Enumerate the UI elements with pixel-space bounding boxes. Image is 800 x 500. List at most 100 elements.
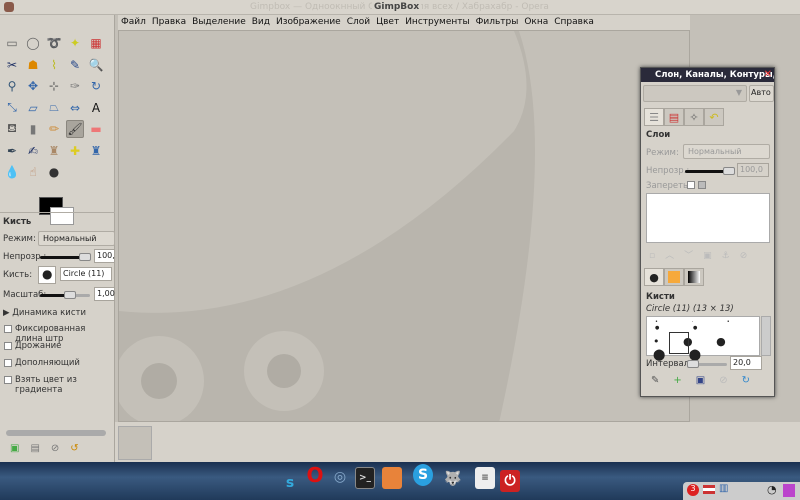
mode-select[interactable]: Нормальный: [38, 231, 115, 246]
restore-icon[interactable]: ▤: [30, 443, 50, 454]
option-checkbox[interactable]: [4, 325, 12, 333]
lock-alpha-checkbox[interactable]: [698, 181, 706, 189]
rect-select-icon[interactable]: ▭: [3, 34, 21, 52]
new-brush-icon[interactable]: +: [673, 375, 695, 386]
duplicate-brush-icon[interactable]: ▣: [696, 375, 719, 386]
new-layer-icon[interactable]: ▫: [649, 251, 665, 261]
refresh-icon[interactable]: ↻: [742, 375, 764, 386]
gimp-app-icon[interactable]: [4, 2, 14, 12]
layers-list[interactable]: [646, 193, 770, 243]
rotate-icon[interactable]: ↻: [87, 77, 105, 95]
option-checkbox[interactable]: [4, 376, 12, 384]
fuzzy-select-icon[interactable]: ✦: [66, 34, 84, 52]
scissors-icon[interactable]: ✂: [3, 56, 21, 74]
brush-scrollbar[interactable]: [761, 316, 771, 356]
foreground-select-icon[interactable]: ☗: [24, 56, 42, 74]
pencil-icon[interactable]: ✏: [45, 120, 63, 138]
lock-pixels-checkbox[interactable]: [687, 181, 695, 189]
tab-undo[interactable]: ↶: [704, 108, 724, 126]
scale-icon[interactable]: ⤡: [3, 99, 21, 117]
perspective-icon[interactable]: ⏢: [45, 99, 63, 117]
menu-item[interactable]: Правка: [149, 15, 189, 29]
menu-item[interactable]: Инструменты: [402, 15, 472, 29]
edit-brush-icon[interactable]: ✎: [651, 375, 673, 386]
menu-item[interactable]: Справка: [551, 15, 597, 29]
text-editor-icon[interactable]: ≡: [475, 467, 495, 489]
perspective-clone-icon[interactable]: ♜: [87, 142, 105, 160]
image-select[interactable]: ▼: [643, 85, 747, 102]
selected-brush-cell[interactable]: [669, 332, 689, 354]
duplicate-layer-icon[interactable]: ▣: [703, 251, 722, 261]
notification-icon[interactable]: 3: [687, 484, 699, 496]
menu-item[interactable]: Файл: [118, 15, 149, 29]
close-icon[interactable]: ✕: [764, 69, 772, 80]
color-select-icon[interactable]: ▦: [87, 34, 105, 52]
tab-gradients[interactable]: [684, 268, 704, 286]
gimp-icon[interactable]: 🐺: [443, 468, 463, 490]
clone-icon[interactable]: ♜: [45, 142, 63, 160]
dynamics-expander[interactable]: ▶ Динамика кисти: [3, 308, 86, 318]
opacity-slider-handle[interactable]: [79, 253, 91, 261]
free-select-icon[interactable]: ➰: [45, 34, 63, 52]
delete-brush-icon[interactable]: ⊘: [719, 375, 741, 386]
skype-small-icon[interactable]: s: [280, 472, 300, 494]
ellipse-select-icon[interactable]: ◯: [24, 34, 42, 52]
blur-icon[interactable]: 💧: [3, 163, 21, 181]
delete-icon[interactable]: ⊘: [51, 443, 70, 454]
color-picker-icon[interactable]: ✎: [66, 56, 84, 74]
shear-icon[interactable]: ▱: [24, 99, 42, 117]
heal-icon[interactable]: ✚: [66, 142, 84, 160]
lower-layer-icon[interactable]: ﹀: [684, 251, 703, 261]
tab-channels[interactable]: ▤: [664, 108, 684, 126]
power-icon[interactable]: ⏻: [500, 470, 520, 492]
airbrush-icon[interactable]: ✒: [3, 142, 21, 160]
trash-icon[interactable]: [783, 484, 795, 497]
background-color[interactable]: [50, 207, 74, 225]
keyboard-layout-icon[interactable]: [703, 485, 715, 494]
terminal-icon[interactable]: >_: [355, 467, 375, 489]
menu-item[interactable]: Изображение: [273, 15, 344, 29]
layer-opacity-input[interactable]: 100,0: [737, 163, 769, 177]
browser-icon[interactable]: ◎: [330, 466, 350, 488]
auto-button[interactable]: Авто: [749, 85, 774, 102]
image-thumbnail[interactable]: [118, 426, 152, 460]
network-icon[interactable]: ▥: [719, 483, 728, 494]
spacing-input[interactable]: 20,0: [730, 356, 762, 370]
tab-paths[interactable]: ✧: [684, 108, 704, 126]
brush-grid[interactable]: • · • ● ● • ● ● ⬤ ⬤: [646, 316, 760, 361]
crop-icon[interactable]: ✑: [66, 77, 84, 95]
tab-patterns[interactable]: [664, 268, 684, 286]
opacity-input[interactable]: 100,: [94, 249, 115, 263]
opera-icon[interactable]: O: [305, 463, 325, 487]
scale-slider-handle[interactable]: [64, 291, 76, 299]
measure-icon[interactable]: ⚲: [3, 77, 21, 95]
skype-icon[interactable]: S: [413, 464, 433, 486]
menu-item[interactable]: Слой: [344, 15, 373, 29]
blend-icon[interactable]: ▮: [24, 120, 42, 138]
menu-item[interactable]: Вид: [249, 15, 273, 29]
toolbox-scrollbar[interactable]: [6, 430, 106, 436]
menu-item[interactable]: Окна: [521, 15, 551, 29]
text-icon[interactable]: A: [87, 99, 105, 117]
tab-brushes[interactable]: ●: [644, 268, 664, 286]
align-icon[interactable]: ⊹: [45, 77, 63, 95]
tab-layers[interactable]: ☰: [644, 108, 664, 126]
clock-icon[interactable]: ◔: [767, 483, 777, 496]
layer-opacity-slider[interactable]: [685, 170, 727, 173]
layer-opacity-handle[interactable]: [723, 167, 735, 175]
empty-canvas[interactable]: [118, 30, 690, 422]
reset-icon[interactable]: ↺: [70, 443, 89, 454]
paths-icon[interactable]: ⌇: [45, 56, 63, 74]
menu-item[interactable]: Цвет: [373, 15, 402, 29]
option-checkbox[interactable]: [4, 342, 12, 350]
move-icon[interactable]: ✥: [24, 77, 42, 95]
zoom-icon[interactable]: 🔍: [87, 56, 105, 74]
spacing-handle[interactable]: [687, 360, 699, 368]
ink-icon[interactable]: ✍: [24, 142, 42, 160]
toolbox-actions[interactable]: ▣▤⊘↺: [10, 443, 90, 454]
brush-name[interactable]: Circle (11): [60, 267, 112, 281]
paintbrush-icon[interactable]: 🖌: [66, 120, 84, 138]
brush-preview[interactable]: ●: [38, 266, 56, 284]
eraser-icon[interactable]: ▬: [87, 120, 105, 138]
menu-item[interactable]: Выделение: [189, 15, 249, 29]
